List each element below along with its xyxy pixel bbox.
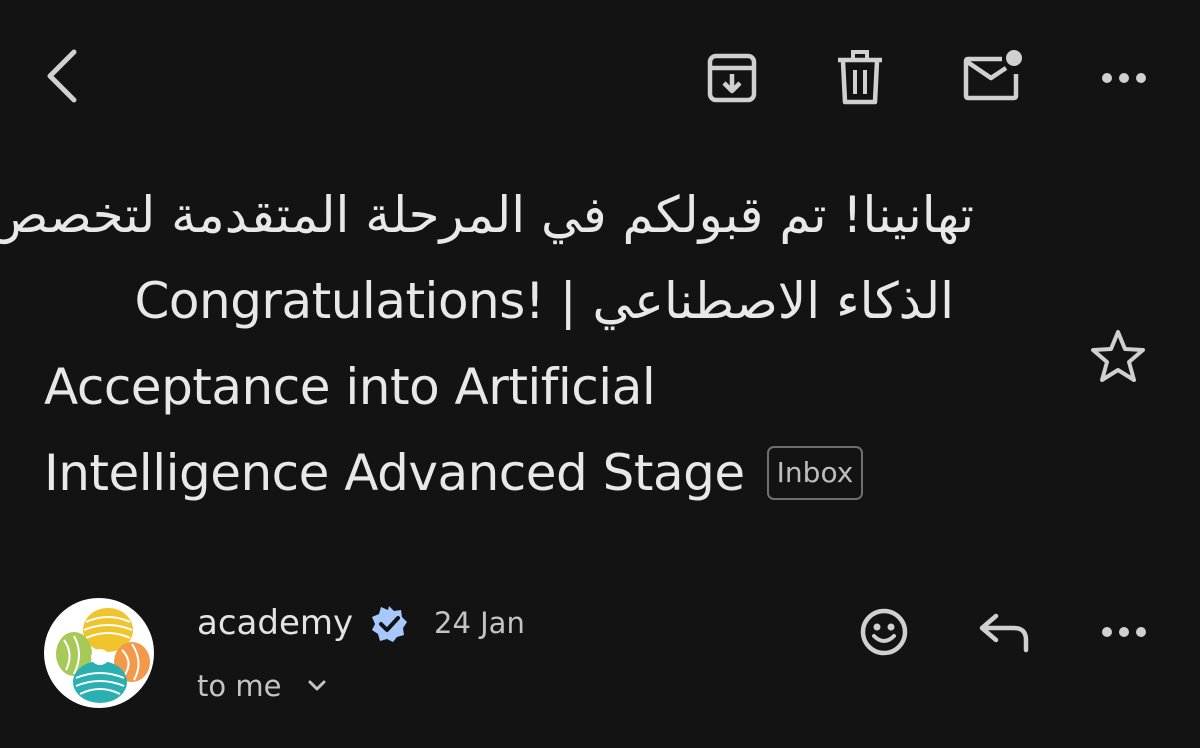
more-options-button[interactable] (1092, 46, 1156, 110)
email-date: 24 Jan (434, 606, 525, 640)
recipient-label: to me (197, 669, 282, 703)
subject-line-mixed: Congratulations! الذكاء الاصطناعي | (44, 258, 955, 344)
subject-english-part: Congratulations! (134, 272, 545, 330)
more-horizontal-icon (1100, 71, 1148, 85)
subject-line-3: Acceptance into Artificial (44, 358, 656, 416)
back-button[interactable] (36, 44, 88, 108)
star-button[interactable] (1086, 324, 1150, 388)
message-more-options-button[interactable] (1092, 600, 1156, 664)
subject-line-arabic: تهانينا! تم قبولكم في المرحلة المتقدمة ل… (0, 186, 975, 244)
mark-unread-button[interactable] (958, 44, 1028, 108)
subject-line-4-text: Intelligence Advanced Stage (44, 444, 745, 502)
archive-button[interactable] (700, 46, 764, 110)
archive-icon (706, 52, 758, 104)
sender-name[interactable]: academy (197, 598, 353, 648)
add-reaction-button[interactable] (852, 600, 916, 664)
subject-line-4: Intelligence Advanced Stage Inbox (44, 430, 1004, 516)
reply-icon (976, 610, 1032, 654)
chevron-left-icon (42, 46, 82, 106)
mail-unread-icon (962, 48, 1024, 104)
chevron-down-icon (307, 679, 327, 693)
emoji-react-icon (858, 606, 910, 658)
trash-icon (836, 50, 884, 106)
academy-logo-icon (56, 608, 150, 703)
inbox-label-badge[interactable]: Inbox (766, 445, 864, 500)
more-horizontal-icon (1100, 625, 1148, 639)
reply-button[interactable] (972, 600, 1036, 664)
recipient-details-toggle[interactable]: to me (197, 662, 327, 710)
delete-button[interactable] (828, 46, 892, 110)
verified-badge-icon (370, 605, 408, 643)
star-outline-icon (1089, 328, 1147, 384)
email-subject: تهانينا! تم قبولكم في المرحلة المتقدمة ل… (0, 172, 1004, 516)
sender-avatar[interactable] (44, 598, 154, 708)
subject-arabic-part: الذكاء الاصطناعي | (559, 272, 955, 330)
